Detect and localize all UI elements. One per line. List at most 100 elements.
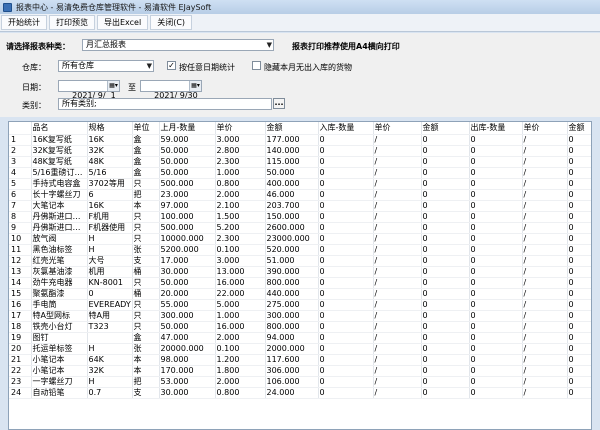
in-amount: 0 xyxy=(421,321,470,333)
out-qty-header[interactable]: 出库-数量 xyxy=(469,122,523,135)
prev-amount: 94.000 xyxy=(265,332,319,344)
prev-amount: 390.000 xyxy=(265,266,319,278)
in-amount: 0 xyxy=(421,222,470,234)
name-header[interactable]: 品名 xyxy=(31,122,88,135)
calendar-dropdown-icon[interactable]: ▦▾ xyxy=(107,81,119,91)
item-spec: 64K xyxy=(87,354,133,366)
item-unit: 桶 xyxy=(132,266,160,278)
prev-price: 0.100 xyxy=(215,343,266,355)
in-qty: 0 xyxy=(318,178,374,190)
row-number-header[interactable] xyxy=(9,122,32,135)
prev-amount: 440.000 xyxy=(265,288,319,300)
in-qty: 0 xyxy=(318,310,374,322)
out-price-header[interactable]: 单价 xyxy=(522,122,568,135)
out-amount-header[interactable]: 金额 xyxy=(567,122,591,135)
row-number: 6 xyxy=(9,189,32,201)
table-row[interactable]: 11 黑色油标签 H 张 5200.000 0.100 520.000 0/0 0/0 xyxy=(9,244,591,256)
table-row[interactable]: 21 小笔记本 64K 本 98.000 1.200 117.600 0/0 0/0 xyxy=(9,354,591,366)
category-browse-button[interactable]: ... xyxy=(273,98,285,109)
table-row[interactable]: 17 特A型网标 特A用只 300.000 1.000 300.000 0/0 0/0 xyxy=(9,310,591,322)
row-number: 1 xyxy=(9,134,32,146)
hide-inactive-checkbox[interactable] xyxy=(252,61,261,70)
prev-amount: 150.000 xyxy=(265,211,319,223)
table-row[interactable]: 18 铁壳小台灯 T323 只 50.000 16.000 800.000 0/0 0/0 xyxy=(9,321,591,333)
table-row[interactable]: 10 放气阀 H 只 10000.000 2.300 23000.000 0/0 0/0 xyxy=(9,233,591,245)
item-name: 48K复写纸 xyxy=(31,156,88,168)
prev-qty: 50.000 xyxy=(159,156,216,168)
start-stats-button[interactable]: 开始统计 xyxy=(1,15,47,30)
in-price: / xyxy=(373,167,422,179)
table-header-row: 品名 规格 单位 上月-数量 单价 金额 入库-数量 单价 金额 出库-数量 单价 金额 xyxy=(9,122,591,135)
table-row[interactable]: 8 丹佛斯进口… F机用只 100.000 1.500 150.000 0/0 0/0 xyxy=(9,211,591,223)
table-row[interactable]: 9 丹佛斯进口… F机器使用只 500.000 5.200 2600.000 0/0 0/0 xyxy=(9,222,591,234)
table-row[interactable]: 19 图钉盒 47.000 2.000 94.000 0/0 0/0 xyxy=(9,332,591,344)
in-price: / xyxy=(373,189,422,201)
calendar-dropdown-icon[interactable]: ▦▾ xyxy=(189,81,201,91)
out-price: / xyxy=(522,211,568,223)
item-spec: 0.7 xyxy=(87,387,133,399)
table-row[interactable]: 5 手持式电容盒 3702等用只 500.000 0.800 400.000 0/0 0/0 xyxy=(9,178,591,190)
in-price: / xyxy=(373,244,422,256)
out-amount: 0 xyxy=(567,178,591,190)
table-row[interactable]: 1 16K复写纸 16K 盒 59.000 3.000 177.000 0/0 0/0 xyxy=(9,134,591,146)
export-excel-button[interactable]: 导出Excel xyxy=(97,15,149,30)
out-qty: 0 xyxy=(469,343,523,355)
in-price-header[interactable]: 单价 xyxy=(373,122,422,135)
out-qty: 0 xyxy=(469,200,523,212)
category-field[interactable]: 所有类别; xyxy=(58,98,272,110)
table-row[interactable]: 7 大笔记本 16K 本 97.000 2.100 203.700 0/0 0/0 xyxy=(9,200,591,212)
in-amount: 0 xyxy=(421,233,470,245)
report-grid[interactable]: 品名 规格 单位 上月-数量 单价 金额 入库-数量 单价 金额 出库-数量 单价 金额 1 16K复写… xyxy=(8,121,592,430)
in-amount: 0 xyxy=(421,134,470,146)
item-name: 丹佛斯进口… xyxy=(31,211,88,223)
in-price: / xyxy=(373,277,422,289)
table-row[interactable]: 13 灰氯基油漆 机用桶 30.000 13.000 390.000 0/0 0/0 xyxy=(9,266,591,278)
prev-qty-header[interactable]: 上月-数量 xyxy=(159,122,216,135)
item-spec: 16K xyxy=(87,200,133,212)
item-unit: 盒 xyxy=(132,145,160,157)
prev-price-header[interactable]: 单价 xyxy=(215,122,266,135)
any-date-checkbox[interactable]: ✓ xyxy=(167,61,176,70)
in-qty: 0 xyxy=(318,266,374,278)
table-row[interactable]: 3 48K复写纸 48K 盒 50.000 2.300 115.000 0/0 0/0 xyxy=(9,156,591,168)
date-to-picker[interactable]: 2021/ 9/30 ▦▾ xyxy=(140,80,202,100)
prev-qty: 53.000 xyxy=(159,376,216,388)
table-row[interactable]: 4 5/16重磅订… 5/16 盒 50.000 1.000 50.000 0/0 0/0 xyxy=(9,167,591,179)
table-row[interactable]: 15 聚氨酯漆 0 桶 20.000 22.000 440.000 0/0 0/0 xyxy=(9,288,591,300)
table-row[interactable]: 12 红壳光笔 大号支 17.000 3.000 51.000 0/0 0/0 xyxy=(9,255,591,267)
prev-amount-header[interactable]: 金额 xyxy=(265,122,319,135)
table-row[interactable]: 6 长十字螺丝刀 6 把 23.000 2.000 46.000 0/0 0/0 xyxy=(9,189,591,201)
spec-header[interactable]: 规格 xyxy=(87,122,133,135)
out-amount: 0 xyxy=(567,189,591,201)
unit-header[interactable]: 单位 xyxy=(132,122,160,135)
in-amount-header[interactable]: 金额 xyxy=(421,122,470,135)
in-qty-header[interactable]: 入库-数量 xyxy=(318,122,374,135)
table-row[interactable]: 22 小笔记本 32K 本 170.000 1.800 306.000 0/0 0/0 xyxy=(9,365,591,377)
item-unit: 本 xyxy=(132,365,160,377)
warehouse-select[interactable]: 所有仓库 ▼ xyxy=(58,60,154,72)
in-price: / xyxy=(373,387,422,399)
prev-price: 16.000 xyxy=(215,277,266,289)
item-spec: H xyxy=(87,376,133,388)
print-preview-button[interactable]: 打印预览 xyxy=(49,15,95,30)
prev-qty: 5200.000 xyxy=(159,244,216,256)
table-row[interactable]: 14 劲牛充电器 KN-8001 只 50.000 16.000 800.000 0/0 0/0 xyxy=(9,277,591,289)
date-from-picker[interactable]: 2021/ 9/ 1 ▦▾ xyxy=(58,80,120,100)
item-name: 手电筒 xyxy=(31,299,88,311)
report-type-select[interactable]: 月汇总报表 ▼ xyxy=(82,39,274,51)
out-price: / xyxy=(522,277,568,289)
out-qty: 0 xyxy=(469,255,523,267)
in-price: / xyxy=(373,255,422,267)
item-unit: 盒 xyxy=(132,332,160,344)
table-row[interactable]: 2 32K复写纸 32K 盒 50.000 2.800 140.000 0/0 0/0 xyxy=(9,145,591,157)
in-amount: 0 xyxy=(421,266,470,278)
prev-qty: 50.000 xyxy=(159,167,216,179)
table-row[interactable]: 16 手电筒 EVEREADY 只 55.000 5.000 275.000 0/0 0/0 xyxy=(9,299,591,311)
prev-price: 2.000 xyxy=(215,376,266,388)
table-row[interactable]: 23 一字螺丝刀 H 把 53.000 2.000 106.000 0/0 0/0 xyxy=(9,376,591,388)
out-price: / xyxy=(522,332,568,344)
close-button[interactable]: 关闭(C) xyxy=(150,15,193,30)
out-amount: 0 xyxy=(567,387,591,399)
table-row[interactable]: 20 托运单标签 H 张 20000.000 0.100 2000.000 0/0 0/0 xyxy=(9,343,591,355)
table-row[interactable]: 24 自动铅笔 0.7 支 30.000 0.800 24.000 0/0 0/0 xyxy=(9,387,591,399)
